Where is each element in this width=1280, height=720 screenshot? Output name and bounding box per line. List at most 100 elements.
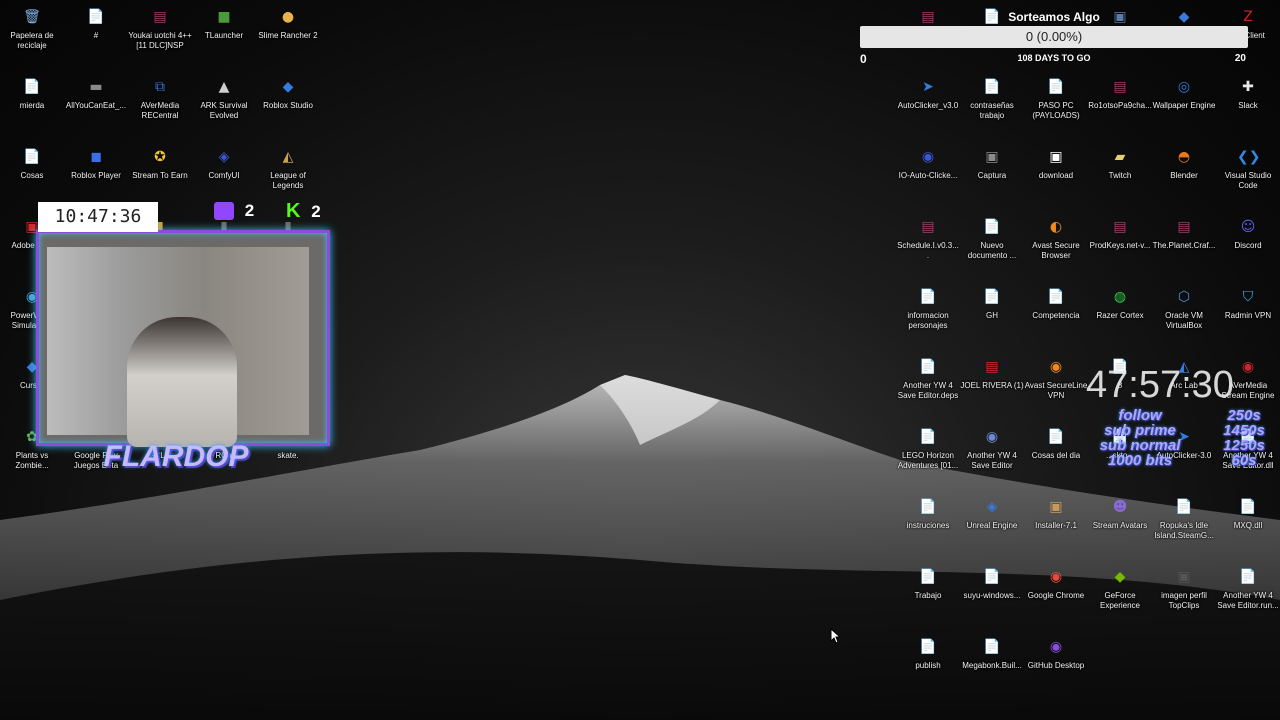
desktop-icon[interactable]: ▤ Schedule.I.v0.3.... (896, 216, 960, 261)
desktop-icon[interactable]: 📄 LEGO Horizon Adventures [01... (896, 426, 960, 471)
desktop-icon[interactable]: ▣ Installer-7.1 (1024, 496, 1088, 531)
desktop-icon[interactable]: 📄 Another YW 4 Save Editor.run... (1216, 566, 1280, 611)
file-icon: 📄 (983, 289, 1001, 305)
countdown-widget: Sorteamos Algo 0 (0.00%) 0 108 DAYS TO G… (858, 8, 1250, 70)
desktop-icon[interactable]: ⬡ Oracle VM VirtualBox (1152, 286, 1216, 331)
desktop-icon-label: Visual Studio Code (1224, 171, 1272, 190)
desktop-icon[interactable]: ❮❯ Visual Studio Code (1216, 146, 1280, 191)
desktop-icon[interactable]: ▣ download (1024, 146, 1088, 181)
comfyui-icon: ◈ (218, 149, 230, 165)
desktop-icon[interactable]: ▣ Captura (960, 146, 1024, 181)
stream-to-earn-icon: ✪ (154, 149, 166, 165)
desktop-icon[interactable]: ☻ Stream Avatars (1088, 496, 1152, 531)
time-line-3: 1250s (1223, 437, 1265, 454)
recycle-bin-icon: 🗑 (23, 9, 41, 25)
desktop-icon[interactable]: 📄 Another YW 4 Save Editor.deps (896, 356, 960, 401)
desktop-icon[interactable]: ◎ Wallpaper Engine (1152, 76, 1216, 111)
file-icon: 📄 (23, 79, 41, 95)
desktop-icon[interactable]: ● Slime Rancher 2 (256, 6, 320, 41)
desktop-icon[interactable]: 📄 mierda (0, 76, 64, 111)
unreal-icon: ◈ (986, 499, 998, 515)
desktop-icon-label: LEGO Horizon Adventures [01... (897, 451, 959, 470)
desktop-icon[interactable]: ■ TLauncher (192, 6, 256, 41)
desktop-icon[interactable]: 🗑 Papelera de reciclaje (0, 6, 64, 51)
desktop-icon[interactable]: ▰ Twitch (1088, 146, 1152, 181)
desktop-icon[interactable]: ◆ GeForce Experience (1088, 566, 1152, 611)
desktop-icon[interactable]: 📄 informacion personajes (896, 286, 960, 331)
game-icon: ▬ (89, 79, 103, 95)
file-icon: 📄 (919, 289, 937, 305)
file-icon: 📄 (1047, 79, 1065, 95)
countdown-days-left: 108 DAYS TO GO (1017, 53, 1091, 63)
subathon-timer: 47:57:30 (1086, 364, 1234, 406)
desktop-icon[interactable]: ◍ Razer Cortex (1088, 286, 1152, 321)
desktop-icon[interactable]: 📄 Megabonk.Buil... (960, 636, 1024, 671)
radmin-icon: ⛉ (1242, 289, 1254, 305)
stream-avatars-icon: ☻ (1112, 499, 1128, 515)
save-editor-icon: ◉ (985, 429, 999, 445)
desktop-icon[interactable]: 📄 contraseñas trabajo (960, 76, 1024, 121)
webcam-overlay: FLARDOP (36, 230, 330, 473)
desktop-icon[interactable]: ➤ AutoClicker_v3.0 (896, 76, 960, 111)
desktop-icon[interactable]: 📄 MXQ.dll (1216, 496, 1280, 531)
desktop-icon[interactable]: ◓ Blender (1152, 146, 1216, 181)
desktop-icon[interactable]: ✚ Slack (1216, 76, 1280, 111)
image-icon: ▣ (1177, 569, 1191, 585)
desktop-icon[interactable]: ◭ League of Legends (256, 146, 320, 191)
desktop-icon[interactable]: 📄 # (64, 6, 128, 41)
desktop-icon[interactable]: 📄 instruciones (896, 496, 960, 531)
desktop-icon[interactable]: ◈ ComfyUI (192, 146, 256, 181)
pdf-icon: ▤ (985, 359, 999, 375)
desktop-icon[interactable]: ▤ Ro1otsoPa9cha... (1088, 76, 1152, 111)
desktop-icon[interactable]: ◈ Unreal Engine (960, 496, 1024, 531)
desktop-icon[interactable]: ⛉ Radmin VPN (1216, 286, 1280, 321)
desktop-icon[interactable]: ▤ The.Planet.Craf... (1152, 216, 1216, 251)
desktop-icon-label: PASO PC (PAYLOADS) (1032, 101, 1080, 120)
desktop-icon[interactable]: ☺ Discord (1216, 216, 1280, 251)
tlauncher-icon: ■ (217, 9, 231, 25)
desktop-icon-label: Unreal Engine (966, 521, 1018, 530)
time-line-2: 1450s (1223, 422, 1265, 439)
file-icon: 📄 (919, 499, 937, 515)
subathon-sub-list: follow sub prime sub normal 1000 bits (1080, 408, 1200, 468)
desktop-icon[interactable]: ▤ Youkai uotchi 4++ [11 DLC]NSP (128, 6, 192, 51)
desktop-icon[interactable]: ▣ imagen perfil TopClips (1152, 566, 1216, 611)
twitch-count: 2 (244, 200, 255, 220)
desktop-icon[interactable]: ▲ ARK Survival Evolved (192, 76, 256, 121)
desktop-icon[interactable]: 📄 PASO PC (PAYLOADS) (1024, 76, 1088, 121)
desktop-icon[interactable]: ◐ Avast Secure Browser (1024, 216, 1088, 261)
desktop-icon[interactable]: 📄 Nuevo documento ... (960, 216, 1024, 261)
desktop-icon[interactable]: ◼ Roblox Player (64, 146, 128, 181)
desktop-icon[interactable]: ◉ Avast SecureLine VPN (1024, 356, 1088, 401)
desktop-icon[interactable]: 📄 Cosas (0, 146, 64, 181)
desktop-icon-label: Discord (1234, 241, 1262, 250)
desktop-icon[interactable]: 📄 Trabajo (896, 566, 960, 601)
countdown-title: Sorteamos Algo (1008, 10, 1100, 24)
desktop-icon[interactable]: 📄 suyu-windows... (960, 566, 1024, 601)
desktop-icon-label: The.Planet.Craf... (1152, 241, 1216, 250)
desktop-icon-label: ComfyUI (208, 171, 240, 180)
desktop-icon[interactable]: ✪ Stream To Earn (128, 146, 192, 181)
winrar-icon: ▤ (921, 219, 935, 235)
desktop-icon[interactable]: 📄 GH (960, 286, 1024, 321)
desktop-icon[interactable]: ◉ Google Chrome (1024, 566, 1088, 601)
desktop-icon-label: Another YW 4 Save Editor.run... (1217, 591, 1279, 610)
desktop-icon[interactable]: ◉ IO-Auto-Clicke... (896, 146, 960, 181)
desktop-icon[interactable]: 📄 publish (896, 636, 960, 671)
desktop-icon[interactable]: 📄 Ropuka's Idle Island.SteamG... (1152, 496, 1216, 541)
desktop-icon[interactable]: ◉ Another YW 4 Save Editor (960, 426, 1024, 471)
desktop-icon-label: Youkai uotchi 4++ [11 DLC]NSP (128, 31, 192, 50)
desktop-icon[interactable]: ⧉ AVerMedia RECentral (128, 76, 192, 121)
desktop-icon[interactable]: ▤ JOEL RIVERA (1) (960, 356, 1024, 391)
desktop-icon[interactable]: 📄 Cosas del dia (1024, 426, 1088, 461)
desktop-icon[interactable]: ▤ ProdKeys.net-v... (1088, 216, 1152, 251)
desktop-icon[interactable]: ◆ Roblox Studio (256, 76, 320, 111)
desktop-icon[interactable]: 📄 Competencia (1024, 286, 1088, 321)
winrar-icon: ▤ (153, 9, 167, 25)
league-icon: ◭ (282, 149, 294, 165)
desktop-icon[interactable]: ◉ GitHub Desktop (1024, 636, 1088, 671)
desktop-icon-label: ProdKeys.net-v... (1089, 241, 1151, 250)
desktop-icon[interactable]: ▬ AllYouCanEat_... (64, 76, 128, 111)
github-icon: ◉ (1049, 639, 1063, 655)
desktop-icon-label: Slime Rancher 2 (258, 31, 318, 40)
